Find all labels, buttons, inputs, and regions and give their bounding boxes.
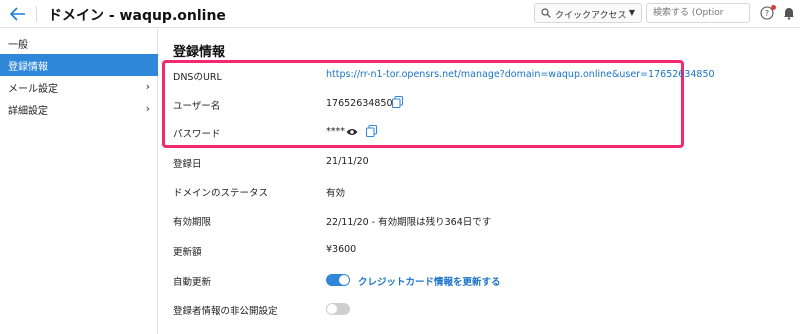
- sidebar-item-mail-settings[interactable]: メール設定 ›: [0, 76, 158, 98]
- section-title: 登録情報: [173, 45, 226, 60]
- sidebar-item-label: 一般: [8, 40, 28, 51]
- search-icon: [541, 8, 551, 18]
- eye-icon[interactable]: [346, 127, 358, 137]
- search-input[interactable]: [653, 4, 749, 22]
- sidebar-item-general[interactable]: 一般: [0, 32, 158, 54]
- renewal-price-value: ¥3600: [326, 244, 357, 255]
- sidebar-item-registration[interactable]: 登録情報: [0, 54, 158, 76]
- password-value: ****: [326, 126, 345, 137]
- domain-status-value: 有効: [326, 188, 346, 199]
- chevron-right-icon: ›: [145, 102, 150, 115]
- search-box[interactable]: [646, 3, 750, 23]
- update-credit-card-link[interactable]: クレジットカード情報を更新する: [358, 274, 501, 288]
- top-header: ドメイン - waqup.online クイックアクセス ▼ ?: [0, 0, 800, 28]
- caret-down-icon: ▼: [628, 8, 635, 17]
- dns-url-link[interactable]: https://rr-n1-tor.opensrs.net/manage?dom…: [326, 69, 715, 80]
- password-label: パスワード: [173, 129, 221, 140]
- bell-icon[interactable]: [782, 6, 796, 20]
- notification-dot: [771, 5, 776, 10]
- sidebar-item-label: 登録情報: [8, 62, 48, 73]
- expiry-value: 22/11/20 - 有効期限は残り364日です: [326, 217, 492, 228]
- quick-access-dropdown[interactable]: クイックアクセス ▼: [534, 3, 642, 23]
- registration-date-label: 登録日: [173, 159, 202, 170]
- renewal-price-label: 更新額: [173, 247, 202, 258]
- page-title: ドメイン - waqup.online: [48, 8, 226, 24]
- copy-icon[interactable]: [392, 96, 403, 108]
- auto-renew-label: 自動更新: [173, 277, 212, 288]
- privacy-label: 登録者情報の非公開設定: [173, 306, 278, 317]
- svg-text:?: ?: [765, 9, 769, 18]
- toggle-knob: [327, 304, 337, 314]
- sidebar: 一般 登録情報 メール設定 › 詳細設定 ›: [0, 28, 158, 334]
- expiry-label: 有効期限: [173, 217, 212, 228]
- toggle-knob: [339, 275, 349, 285]
- sidebar-item-advanced-settings[interactable]: 詳細設定 ›: [0, 98, 158, 120]
- back-arrow-icon[interactable]: [8, 4, 28, 24]
- sidebar-item-label: メール設定: [8, 84, 58, 95]
- dns-url-label: DNSのURL: [173, 72, 222, 83]
- domain-status-label: ドメインのステータス: [173, 188, 269, 199]
- privacy-toggle[interactable]: [326, 303, 350, 315]
- auto-renew-toggle[interactable]: [326, 274, 350, 286]
- username-label: ユーザー名: [173, 101, 221, 112]
- registration-date-value: 21/11/20: [326, 156, 369, 167]
- quick-access-label: クイックアクセス: [555, 11, 627, 21]
- copy-icon[interactable]: [366, 125, 377, 137]
- chevron-right-icon: ›: [145, 80, 150, 93]
- sidebar-item-label: 詳細設定: [8, 106, 48, 117]
- header-divider: [36, 6, 37, 22]
- username-value: 17652634850: [326, 98, 393, 109]
